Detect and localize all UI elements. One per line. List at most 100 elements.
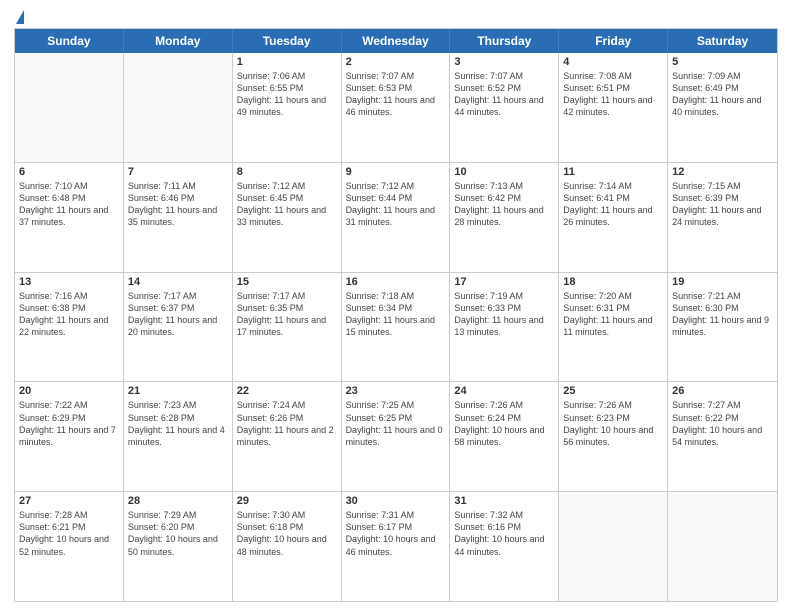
day-number: 14 bbox=[128, 276, 228, 288]
calendar-row: 1Sunrise: 7:06 AMSunset: 6:55 PMDaylight… bbox=[15, 53, 777, 162]
day-number: 12 bbox=[672, 166, 773, 178]
day-number: 22 bbox=[237, 385, 337, 397]
day-number: 24 bbox=[454, 385, 554, 397]
calendar-cell: 24 Sunrise: 7:26 AMSunset: 6:24 PMDayligh… bbox=[450, 382, 559, 491]
calendar-cell: 4 Sunrise: 7:08 AMSunset: 6:51 PMDaylight… bbox=[559, 53, 668, 162]
calendar-cell: 9 Sunrise: 7:12 AMSunset: 6:44 PMDaylight… bbox=[342, 163, 451, 272]
day-number: 29 bbox=[237, 495, 337, 507]
calendar-cell: 28 Sunrise: 7:29 AMSunset: 6:20 PMDayligh… bbox=[124, 492, 233, 601]
calendar-cell: 27 Sunrise: 7:28 AMSunset: 6:21 PMDayligh… bbox=[15, 492, 124, 601]
day-number: 4 bbox=[563, 56, 663, 68]
cell-info: Sunrise: 7:22 AMSunset: 6:29 PMDaylight:… bbox=[19, 399, 119, 448]
calendar-cell: 12 Sunrise: 7:15 AMSunset: 6:39 PMDayligh… bbox=[668, 163, 777, 272]
calendar-cell bbox=[668, 492, 777, 601]
calendar-cell: 19 Sunrise: 7:21 AMSunset: 6:30 PMDayligh… bbox=[668, 273, 777, 382]
cell-info: Sunrise: 7:10 AMSunset: 6:48 PMDaylight:… bbox=[19, 180, 119, 229]
day-number: 11 bbox=[563, 166, 663, 178]
day-number: 7 bbox=[128, 166, 228, 178]
day-number: 28 bbox=[128, 495, 228, 507]
day-number: 31 bbox=[454, 495, 554, 507]
cell-info: Sunrise: 7:07 AMSunset: 6:52 PMDaylight:… bbox=[454, 70, 554, 119]
calendar-cell: 20Sunrise: 7:22 AMSunset: 6:29 PMDayligh… bbox=[15, 382, 124, 491]
calendar-header-cell: Thursday bbox=[450, 29, 559, 53]
calendar-cell: 3 Sunrise: 7:07 AMSunset: 6:52 PMDaylight… bbox=[450, 53, 559, 162]
calendar-cell: 10Sunrise: 7:13 AMSunset: 6:42 PMDayligh… bbox=[450, 163, 559, 272]
cell-info: Sunrise: 7:26 AMSunset: 6:23 PMDaylight:… bbox=[563, 399, 663, 448]
calendar-cell: 29 Sunrise: 7:30 AMSunset: 6:18 PMDayligh… bbox=[233, 492, 342, 601]
cell-info: Sunrise: 7:31 AMSunset: 6:17 PMDaylight:… bbox=[346, 509, 446, 558]
day-number: 26 bbox=[672, 385, 773, 397]
calendar-cell bbox=[15, 53, 124, 162]
day-number: 30 bbox=[346, 495, 446, 507]
header bbox=[14, 10, 778, 24]
calendar-row: 13 Sunrise: 7:16 AMSunset: 6:38 PMDayligh… bbox=[15, 272, 777, 382]
cell-info: Sunrise: 7:11 AMSunset: 6:46 PMDaylight:… bbox=[128, 180, 228, 229]
calendar-cell: 25 Sunrise: 7:26 AMSunset: 6:23 PMDayligh… bbox=[559, 382, 668, 491]
cell-info: Sunrise: 7:12 AMSunset: 6:45 PMDaylight:… bbox=[237, 180, 337, 229]
calendar-cell: 6 Sunrise: 7:10 AMSunset: 6:48 PMDaylight… bbox=[15, 163, 124, 272]
calendar-cell: 8Sunrise: 7:12 AMSunset: 6:45 PMDaylight… bbox=[233, 163, 342, 272]
logo bbox=[14, 10, 24, 24]
day-number: 25 bbox=[563, 385, 663, 397]
cell-info: Sunrise: 7:25 AMSunset: 6:25 PMDaylight:… bbox=[346, 399, 446, 448]
day-number: 5 bbox=[672, 56, 773, 68]
calendar-cell: 2 Sunrise: 7:07 AMSunset: 6:53 PMDaylight… bbox=[342, 53, 451, 162]
cell-info: Sunrise: 7:19 AMSunset: 6:33 PMDaylight:… bbox=[454, 290, 554, 339]
calendar-header: SundayMondayTuesdayWednesdayThursdayFrid… bbox=[15, 29, 777, 53]
cell-info: Sunrise: 7:27 AMSunset: 6:22 PMDaylight:… bbox=[672, 399, 773, 448]
cell-info: Sunrise: 7:29 AMSunset: 6:20 PMDaylight:… bbox=[128, 509, 228, 558]
cell-info: Sunrise: 7:30 AMSunset: 6:18 PMDaylight:… bbox=[237, 509, 337, 558]
day-number: 21 bbox=[128, 385, 228, 397]
day-number: 19 bbox=[672, 276, 773, 288]
calendar-cell: 26 Sunrise: 7:27 AMSunset: 6:22 PMDayligh… bbox=[668, 382, 777, 491]
calendar-header-cell: Monday bbox=[124, 29, 233, 53]
day-number: 17 bbox=[454, 276, 554, 288]
logo-triangle-icon bbox=[16, 10, 24, 24]
calendar-cell: 11 Sunrise: 7:14 AMSunset: 6:41 PMDayligh… bbox=[559, 163, 668, 272]
cell-info: Sunrise: 7:07 AMSunset: 6:53 PMDaylight:… bbox=[346, 70, 446, 119]
calendar-cell: 7 Sunrise: 7:11 AMSunset: 6:46 PMDaylight… bbox=[124, 163, 233, 272]
calendar: SundayMondayTuesdayWednesdayThursdayFrid… bbox=[14, 28, 778, 602]
cell-info: Sunrise: 7:16 AMSunset: 6:38 PMDaylight:… bbox=[19, 290, 119, 339]
calendar-body: 1Sunrise: 7:06 AMSunset: 6:55 PMDaylight… bbox=[15, 53, 777, 601]
day-number: 2 bbox=[346, 56, 446, 68]
calendar-row: 6 Sunrise: 7:10 AMSunset: 6:48 PMDaylight… bbox=[15, 162, 777, 272]
cell-info: Sunrise: 7:06 AMSunset: 6:55 PMDaylight:… bbox=[237, 70, 337, 119]
cell-info: Sunrise: 7:24 AMSunset: 6:26 PMDaylight:… bbox=[237, 399, 337, 448]
cell-info: Sunrise: 7:14 AMSunset: 6:41 PMDaylight:… bbox=[563, 180, 663, 229]
calendar-cell: 16Sunrise: 7:18 AMSunset: 6:34 PMDayligh… bbox=[342, 273, 451, 382]
cell-info: Sunrise: 7:08 AMSunset: 6:51 PMDaylight:… bbox=[563, 70, 663, 119]
calendar-cell bbox=[559, 492, 668, 601]
calendar-cell: 30 Sunrise: 7:31 AMSunset: 6:17 PMDayligh… bbox=[342, 492, 451, 601]
day-number: 13 bbox=[19, 276, 119, 288]
cell-info: Sunrise: 7:15 AMSunset: 6:39 PMDaylight:… bbox=[672, 180, 773, 229]
cell-info: Sunrise: 7:12 AMSunset: 6:44 PMDaylight:… bbox=[346, 180, 446, 229]
day-number: 6 bbox=[19, 166, 119, 178]
cell-info: Sunrise: 7:17 AMSunset: 6:35 PMDaylight:… bbox=[237, 290, 337, 339]
cell-info: Sunrise: 7:21 AMSunset: 6:30 PMDaylight:… bbox=[672, 290, 773, 339]
calendar-header-cell: Wednesday bbox=[342, 29, 451, 53]
calendar-header-cell: Tuesday bbox=[233, 29, 342, 53]
calendar-cell: 31Sunrise: 7:32 AMSunset: 6:16 PMDayligh… bbox=[450, 492, 559, 601]
calendar-cell: 1Sunrise: 7:06 AMSunset: 6:55 PMDaylight… bbox=[233, 53, 342, 162]
cell-info: Sunrise: 7:09 AMSunset: 6:49 PMDaylight:… bbox=[672, 70, 773, 119]
cell-info: Sunrise: 7:23 AMSunset: 6:28 PMDaylight:… bbox=[128, 399, 228, 448]
cell-info: Sunrise: 7:28 AMSunset: 6:21 PMDaylight:… bbox=[19, 509, 119, 558]
calendar-header-cell: Sunday bbox=[15, 29, 124, 53]
calendar-cell: 23 Sunrise: 7:25 AMSunset: 6:25 PMDayligh… bbox=[342, 382, 451, 491]
calendar-cell: 17 Sunrise: 7:19 AMSunset: 6:33 PMDayligh… bbox=[450, 273, 559, 382]
cell-info: Sunrise: 7:17 AMSunset: 6:37 PMDaylight:… bbox=[128, 290, 228, 339]
cell-info: Sunrise: 7:18 AMSunset: 6:34 PMDaylight:… bbox=[346, 290, 446, 339]
cell-info: Sunrise: 7:26 AMSunset: 6:24 PMDaylight:… bbox=[454, 399, 554, 448]
day-number: 3 bbox=[454, 56, 554, 68]
calendar-cell: 22 Sunrise: 7:24 AMSunset: 6:26 PMDayligh… bbox=[233, 382, 342, 491]
day-number: 9 bbox=[346, 166, 446, 178]
day-number: 23 bbox=[346, 385, 446, 397]
calendar-cell: 13 Sunrise: 7:16 AMSunset: 6:38 PMDayligh… bbox=[15, 273, 124, 382]
calendar-header-cell: Friday bbox=[559, 29, 668, 53]
calendar-row: 27 Sunrise: 7:28 AMSunset: 6:21 PMDayligh… bbox=[15, 491, 777, 601]
calendar-cell: 18Sunrise: 7:20 AMSunset: 6:31 PMDayligh… bbox=[559, 273, 668, 382]
calendar-cell: 21 Sunrise: 7:23 AMSunset: 6:28 PMDayligh… bbox=[124, 382, 233, 491]
day-number: 27 bbox=[19, 495, 119, 507]
calendar-header-cell: Saturday bbox=[668, 29, 777, 53]
